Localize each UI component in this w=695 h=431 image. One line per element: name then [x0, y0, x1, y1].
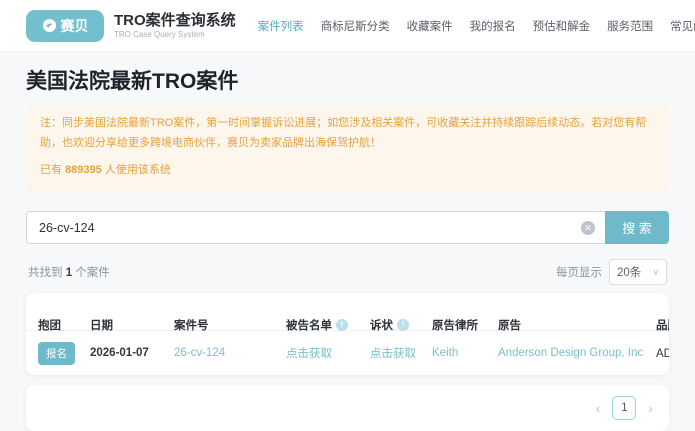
cell-law-firm: Keith	[432, 347, 498, 359]
nav-case-list[interactable]: 案件列表	[258, 18, 304, 34]
info-icon[interactable]: !	[397, 319, 409, 331]
cell-date: 2026-01-07	[90, 347, 174, 359]
case-number-link[interactable]: 26-cv-124	[174, 347, 225, 359]
law-firm-link[interactable]: Keith	[432, 347, 458, 359]
usage-count: 889395	[65, 164, 102, 176]
header-complaint-label: 诉状	[370, 317, 393, 333]
info-icon[interactable]: !	[336, 319, 348, 331]
cases-table: 抱团 日期 案件号 被告名单 ! 诉状 ! 原告律所 原告 品牌 起诉类型 报名…	[26, 293, 669, 375]
brand-logo[interactable]: 赛贝	[26, 10, 104, 42]
cell-defendants: 点击获取	[286, 345, 370, 361]
notice-banner: 注：同步美国法院最新TRO案件，第一时间掌握诉讼进展；如您涉及相关案件，可收藏关…	[26, 105, 669, 191]
usage-prefix: 已有	[40, 164, 65, 176]
nav-nice-classification[interactable]: 商标尼斯分类	[321, 18, 390, 34]
notice-text: 注：同步美国法院最新TRO案件，第一时间掌握诉讼进展；如您涉及相关案件，可收藏关…	[40, 114, 655, 154]
chevron-down-icon: ∨	[652, 267, 659, 278]
header-plaintiff: 原告	[498, 317, 656, 333]
signup-button[interactable]: 报名	[38, 342, 75, 365]
page-size-control: 每页显示 20条 ∨	[556, 259, 667, 285]
search-button[interactable]: 搜 索	[605, 211, 669, 244]
page-title: 美国法院最新TRO案件	[26, 65, 669, 95]
app-title: TRO案件查询系统	[114, 12, 236, 29]
header-date: 日期	[90, 317, 174, 333]
results-meta-row: 共找到 1 个案件 每页显示 20条 ∨	[28, 259, 667, 285]
header-brand: 品牌	[656, 317, 669, 333]
logo-text: 赛贝	[61, 16, 89, 36]
page-size-label: 每页显示	[556, 264, 602, 280]
header-group: 抱团	[38, 317, 90, 333]
logo-icon	[42, 18, 57, 33]
results-count-prefix: 共找到	[28, 267, 66, 279]
cell-case-no: 26-cv-124	[174, 347, 286, 359]
page-size-value: 20条	[617, 264, 641, 280]
header-defendants: 被告名单 !	[286, 317, 370, 333]
search-bar: ✕ 搜 索	[26, 211, 669, 244]
results-count-suffix: 个案件	[72, 267, 110, 279]
nav-faq[interactable]: 常见问题	[670, 18, 695, 34]
app-subtitle: TRO Case Query System	[114, 30, 236, 39]
header-law-firm: 原告律所	[432, 317, 498, 333]
cell-plaintiff: Anderson Design Group, Inc	[498, 347, 656, 359]
pagination-bar: ‹ 1 ›	[26, 385, 669, 431]
header-complaint: 诉状 !	[370, 317, 432, 333]
page-number-button[interactable]: 1	[612, 396, 636, 420]
complaint-link[interactable]: 点击获取	[370, 345, 416, 361]
plaintiff-link[interactable]: Anderson Design Group, Inc	[498, 347, 643, 359]
search-input-wrap: ✕	[26, 211, 605, 244]
results-count: 共找到 1 个案件	[28, 264, 110, 280]
usage-stats: 已有 889395 人使用该系统	[40, 161, 655, 181]
usage-suffix: 人使用该系统	[102, 164, 171, 176]
nav-services[interactable]: 服务范围	[607, 18, 653, 34]
app-title-block: TRO案件查询系统 TRO Case Query System	[114, 12, 236, 38]
cell-complaint: 点击获取	[370, 345, 432, 361]
table-row: 报名 2026-01-07 26-cv-124 点击获取 点击获取 Keith …	[26, 331, 669, 375]
cell-group: 报名	[38, 342, 90, 365]
header-case-no: 案件号	[174, 317, 286, 333]
prev-page-icon[interactable]: ‹	[596, 401, 601, 415]
header-defendants-label: 被告名单	[286, 317, 332, 333]
clear-input-icon[interactable]: ✕	[581, 221, 595, 235]
nav-favorites[interactable]: 收藏案件	[407, 18, 453, 34]
top-navbar: 赛贝 TRO案件查询系统 TRO Case Query System 案件列表 …	[0, 0, 695, 52]
main-nav: 案件列表 商标尼斯分类 收藏案件 我的报名 预估和解金 服务范围 常见问题 关于…	[258, 18, 695, 34]
nav-my-signups[interactable]: 我的报名	[470, 18, 516, 34]
page-size-select[interactable]: 20条 ∨	[609, 259, 667, 285]
defendants-link[interactable]: 点击获取	[286, 345, 332, 361]
nav-settlement-estimate[interactable]: 预估和解金	[533, 18, 591, 34]
cell-brand: ADG手绘	[656, 345, 669, 361]
main-content: 美国法院最新TRO案件 注：同步美国法院最新TRO案件，第一时间掌握诉讼进展；如…	[0, 65, 695, 431]
next-page-icon[interactable]: ›	[648, 401, 653, 415]
table-header-row: 抱团 日期 案件号 被告名单 ! 诉状 ! 原告律所 原告 品牌 起诉类型	[26, 293, 669, 331]
search-input[interactable]	[26, 211, 605, 244]
